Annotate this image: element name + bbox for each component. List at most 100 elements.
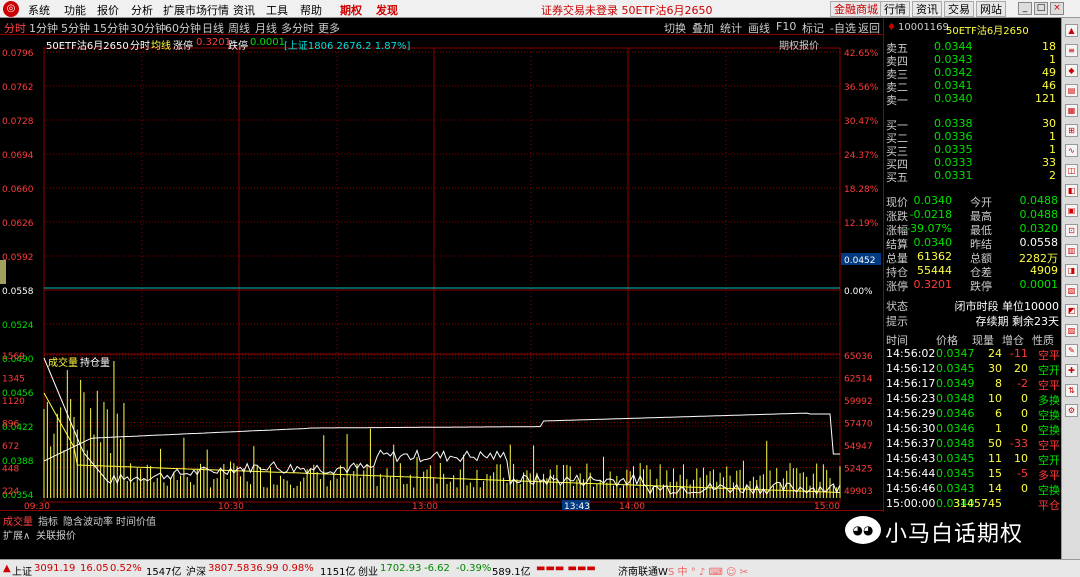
cy-index[interactable]: 1702.93 (380, 563, 421, 574)
tool-icon-1[interactable]: ▲ (1065, 24, 1078, 37)
tool-watchlist[interactable]: -自选 (830, 20, 856, 36)
tool-icon-9[interactable]: ◧ (1065, 184, 1078, 197)
panel-collapse-icon[interactable]: ♦ (887, 22, 896, 33)
tool-icon-13[interactable]: ◨ (1065, 264, 1078, 277)
menu-discover[interactable]: 发现 (376, 2, 398, 18)
trade-button[interactable]: 交易 (944, 1, 974, 17)
ask-label: 卖一 (886, 94, 908, 107)
stat-value: 61362 (917, 250, 952, 263)
tab-30min[interactable]: 30分钟 (130, 20, 166, 36)
stat-value: 0.0340 (913, 194, 953, 207)
news-button[interactable]: 资讯 (912, 1, 942, 17)
ask-volume: 46 (1042, 79, 1056, 92)
stat-row: 持仓 55444 仓差 4909 (884, 264, 1062, 279)
stat-label: 跌停 (970, 280, 992, 293)
maximize-icon[interactable]: □ (1034, 2, 1048, 15)
extend-toggle[interactable]: 扩展∧ (3, 527, 30, 542)
menu-system[interactable]: 系统 (28, 2, 50, 18)
tool-icon-14[interactable]: ▧ (1065, 284, 1078, 297)
stat-value: 55444 (917, 264, 952, 277)
sh-index[interactable]: 3091.19 (34, 563, 75, 574)
tool-icon-6[interactable]: ⊞ (1065, 124, 1078, 137)
chart-grid (43, 47, 841, 503)
bid-row: 买三 0.0335 1 (884, 143, 1062, 158)
tab-60min[interactable]: 60分钟 (165, 20, 201, 36)
extension-bar: 扩展∧ 关联报价 (0, 526, 883, 542)
menu-help[interactable]: 帮助 (300, 2, 322, 18)
broker-name[interactable]: 济南联通W (618, 563, 668, 577)
trade-oi-change: -33 (1010, 437, 1028, 450)
tool-icon-19[interactable]: ⇅ (1065, 384, 1078, 397)
option-quote-link[interactable]: 期权报价 (779, 37, 819, 52)
tool-icon-12[interactable]: ▥ (1065, 244, 1078, 257)
menu-info[interactable]: 资讯 (233, 2, 255, 18)
app-logo-icon[interactable]: ◎ (3, 1, 19, 17)
tool-icon-3[interactable]: ◆ (1065, 64, 1078, 77)
trade-row: 14:56:29 0.0346 6 0 空换 (884, 407, 1062, 422)
website-button[interactable]: 网站 (976, 1, 1006, 17)
trade-price: 0.0349 (936, 377, 975, 390)
intraday-chart[interactable]: 0.0796 0.0762 0.0728 0.0694 0.0660 0.0626 0.05… (0, 36, 883, 510)
tab-more[interactable]: 更多 (318, 20, 340, 36)
tab-intraday[interactable]: 分时 (4, 20, 26, 36)
tab-weekly[interactable]: 周线 (228, 20, 250, 36)
ask-price: 0.0340 (934, 92, 973, 105)
tool-mark[interactable]: 标记 (802, 20, 824, 36)
time-tick: 15:00 (814, 502, 840, 510)
quote-button[interactable]: 行情 (880, 1, 910, 17)
tab-monthly[interactable]: 月线 (255, 20, 277, 36)
tool-icon-8[interactable]: ◫ (1065, 164, 1078, 177)
trade-oi-change: 0 (1021, 392, 1028, 405)
tool-overlay[interactable]: 叠加 (692, 20, 714, 36)
hs-index[interactable]: 3807.58 (208, 563, 249, 574)
menu-tools[interactable]: 工具 (266, 2, 288, 18)
ask-row: 卖一 0.0340 121 (884, 92, 1062, 107)
stat-row: 涨停 0.3201 跌停 0.0001 (884, 278, 1062, 293)
tool-icon-2[interactable]: ≡ (1065, 44, 1078, 57)
tool-icon-17[interactable]: ✎ (1065, 344, 1078, 357)
tool-stats[interactable]: 统计 (720, 20, 742, 36)
tab-daily[interactable]: 日线 (202, 20, 224, 36)
tab-multi-intraday[interactable]: 多分时 (281, 20, 314, 36)
menu-extended-market[interactable]: 扩展市场行情 (163, 2, 229, 18)
tab-15min[interactable]: 15分钟 (93, 20, 129, 36)
tool-icon-5[interactable]: ▦ (1065, 104, 1078, 117)
tool-f10[interactable]: F10 (776, 20, 796, 33)
ask-volume: 49 (1042, 66, 1056, 79)
pct-tick: 42.65% (844, 49, 879, 59)
hs-amount: 1151亿 (320, 567, 356, 577)
tool-icon-10[interactable]: ▣ (1065, 204, 1078, 217)
minimize-icon[interactable]: _ (1018, 2, 1032, 15)
stat-value: 0.0488 (1019, 194, 1059, 207)
tool-back[interactable]: 返回 (858, 20, 880, 36)
trade-oi-change: -2 (1017, 377, 1028, 390)
trade-row: 15:00:00 0.0340 3145745 平仓 (884, 497, 1062, 512)
tool-icon-18[interactable]: ✚ (1065, 364, 1078, 377)
ime-icon[interactable]: S 中 ° ♪ ⌨ ☺ ✂ (668, 563, 748, 577)
menu-quote[interactable]: 报价 (97, 2, 119, 18)
tab-1min[interactable]: 1分钟 (29, 20, 58, 36)
close-icon[interactable]: × (1050, 2, 1064, 15)
oi-tick: 65036 (844, 352, 873, 362)
mall-button[interactable]: 金融商城 (830, 1, 882, 17)
tool-icon-7[interactable]: ∿ (1065, 144, 1078, 157)
menu-options[interactable]: 期权 (340, 2, 362, 18)
menu-function[interactable]: 功能 (64, 2, 86, 18)
tab-5min[interactable]: 5分钟 (61, 20, 90, 36)
tool-icon-11[interactable]: ⊡ (1065, 224, 1078, 237)
contract-name: 50ETF沽6月2650 (46, 41, 129, 52)
trade-price: 0.0346 (936, 407, 975, 420)
panel-contract-name: 50ETF沽6月2650 (946, 26, 1029, 37)
trade-row: 14:56:17 0.0349 8 -2 空平 (884, 377, 1062, 392)
tool-icon-15[interactable]: ◩ (1065, 304, 1078, 317)
tool-draw[interactable]: 画线 (748, 20, 770, 36)
trade-type: 空平 (1038, 379, 1060, 392)
tool-switch[interactable]: 切换 (664, 20, 686, 36)
tool-icon-16[interactable]: ▨ (1065, 324, 1078, 337)
tool-icon-20[interactable]: ⚙ (1065, 404, 1078, 417)
tool-icon-4[interactable]: ▤ (1065, 84, 1078, 97)
related-quote-tab[interactable]: 关联报价 (36, 527, 76, 542)
menu-analysis[interactable]: 分析 (131, 2, 153, 18)
trade-type: 空换 (1038, 409, 1060, 422)
trade-price: 0.0348 (936, 437, 975, 450)
